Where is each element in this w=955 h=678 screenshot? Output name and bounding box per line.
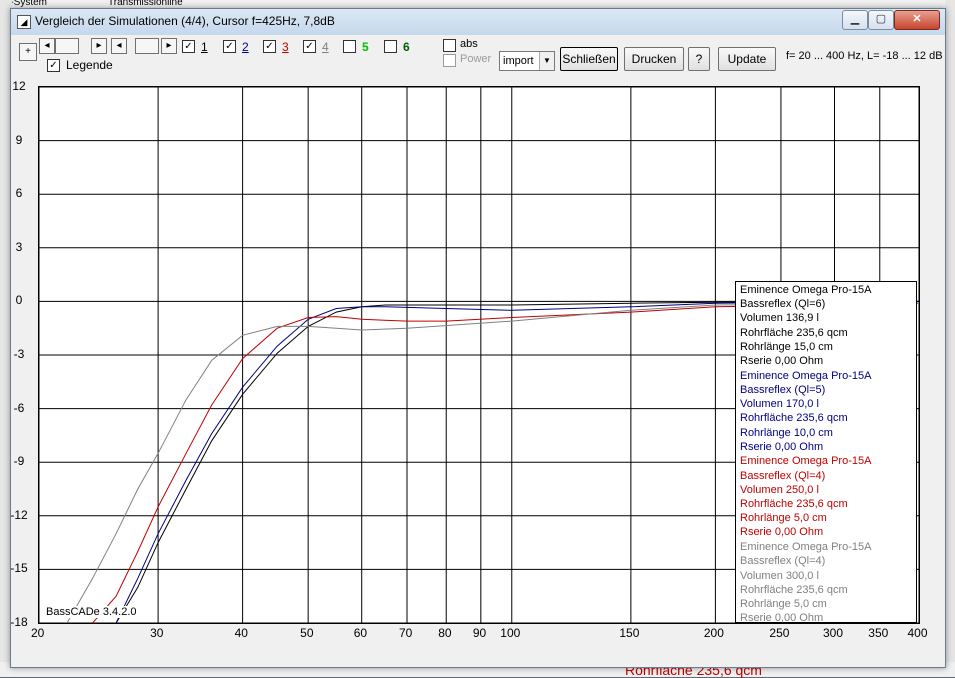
series-2-checkbox[interactable]: ✓ — [223, 40, 236, 53]
comparison-window: ◢ Vergleich der Simulationen (4/4), Curs… — [10, 8, 946, 668]
legend-entry-2-line-1: Eminence Omega Pro-15A — [740, 369, 872, 382]
y-tick-label-6: -6 — [13, 400, 25, 415]
y-tick-label-3: 3 — [15, 239, 23, 254]
legend-entry-4-line-3: Volumen 300,0 l — [740, 569, 819, 582]
legend-entry-4-line-4: Rohrfläche 235,6 qcm — [740, 583, 848, 596]
toolbar: + ◂ ▸ ◂ ▸ ✓ 1 ✓ 2 ✓ 3 ✓ 4 5 6 abs Power … — [11, 35, 945, 75]
legend-entry-1-line-1: Eminence Omega Pro-15A — [740, 284, 872, 296]
y-tick-label-8: -12 — [10, 507, 28, 522]
legend-entry-3-line-6: Rserie 0,00 Ohm — [740, 526, 824, 539]
series-4-label: 4 — [322, 40, 329, 54]
legend-entry-4-line-1: Eminence Omega Pro-15A — [740, 541, 872, 554]
series-2-label: 2 — [242, 40, 249, 54]
legend-entry-4-line-5: Rohrlänge 5,0 cm — [740, 597, 827, 610]
y-tick-label-4: 0 — [15, 293, 23, 308]
y-tick-label-1: 9 — [15, 132, 23, 147]
legend-entry-2-line-3: Volumen 170,0 l — [740, 398, 819, 411]
legend-checkbox-label: Legende — [66, 58, 113, 72]
abs-label: abs — [460, 38, 478, 50]
print-button[interactable]: Drucken — [624, 47, 684, 71]
chart-legend: Eminence Omega Pro-15A Bassreflex (Ql=6) V… — [735, 281, 917, 623]
x-tick-label-12: 300 — [822, 626, 844, 640]
y-tick-label-0: 12 — [12, 79, 26, 93]
nav-left-2-icon[interactable]: ◂ — [111, 38, 127, 54]
window-title: Vergleich der Simulationen (4/4), Cursor… — [35, 14, 335, 28]
legend-entry-3-line-1: Eminence Omega Pro-15A — [740, 455, 872, 468]
x-tick-label-3: 50 — [300, 626, 314, 640]
x-tick-label-11: 250 — [769, 626, 790, 640]
y-tick-label-9: -15 — [10, 561, 28, 576]
legend-checkbox[interactable]: ✓ — [47, 59, 60, 72]
power-checkbox[interactable] — [443, 54, 456, 67]
legend-entry-2-line-6: Rserie 0,00 Ohm — [740, 440, 824, 453]
x-tick-label-5: 70 — [399, 626, 413, 640]
legend-entry-1-line-5: Rohrlänge 15,0 cm — [740, 340, 833, 353]
zoom-plus-button[interactable]: + — [19, 43, 37, 61]
x-tick-label-10: 200 — [703, 626, 724, 640]
series-3-checkbox[interactable]: ✓ — [263, 40, 276, 53]
x-tick-label-6: 80 — [438, 626, 452, 640]
legend-entry-2-line-5: Rohrlänge 10,0 cm — [740, 426, 833, 439]
legend-entry-1-line-3: Volumen 136,9 l — [740, 312, 819, 325]
version-label: BassCADe 3.4.2.0 — [45, 606, 138, 618]
series-1-checkbox[interactable]: ✓ — [182, 40, 195, 53]
frequency-response-plot[interactable]: BassCADe 3.4.2.0 Eminence Omega Pro-15A B… — [38, 86, 920, 624]
nav-blank-1-button[interactable] — [55, 38, 79, 54]
x-tick-label-14: 400 — [907, 626, 928, 640]
y-tick-label-5: -3 — [13, 347, 25, 361]
nav-right-2-icon[interactable]: ▸ — [161, 38, 177, 54]
x-tick-label-9: 150 — [619, 626, 640, 640]
maximize-button[interactable]: ▢ — [868, 10, 894, 30]
x-tick-label-7: 90 — [472, 626, 487, 640]
x-tick-label-0: 20 — [31, 626, 45, 640]
x-tick-label-13: 350 — [868, 626, 889, 640]
nav-blank-2-button[interactable] — [135, 38, 159, 54]
close-button[interactable]: Schließen — [560, 47, 618, 71]
legend-entry-1-line-2: Bassreflex (Ql=6) — [740, 298, 826, 311]
help-button[interactable]: ? — [688, 47, 710, 71]
background-app-right — [945, 0, 955, 677]
legend-entry-1-line-6: Rserie 0,00 Ohm — [740, 355, 824, 367]
close-window-button[interactable]: ✕ — [894, 10, 940, 30]
import-select-value: import — [503, 55, 534, 67]
y-tick-label-10: -18 — [10, 615, 28, 629]
legend-entry-3-line-4: Rohrfläche 235,6 qcm — [740, 498, 848, 510]
range-readout: f= 20 ... 400 Hz, L= -18 ... 12 dB — [786, 50, 943, 62]
x-tick-label-1: 30 — [150, 626, 164, 640]
x-tick-label-8: 100 — [500, 626, 521, 640]
series-3-label: 3 — [282, 40, 289, 54]
background-text-mid: Transmissionline — [108, 0, 183, 8]
series-4-checkbox[interactable]: ✓ — [303, 40, 316, 53]
legend-entry-4-line-6: Rserie 0,00 Ohm — [740, 612, 824, 624]
legend-entry-2-line-2: Bassreflex (Ql=5) — [740, 383, 826, 396]
legend-entry-4-line-2: Bassreflex (Ql=4) — [740, 555, 826, 568]
nav-left-1-icon[interactable]: ◂ — [39, 38, 55, 54]
series-5-checkbox[interactable] — [343, 40, 356, 53]
series-5-label: 5 — [362, 40, 369, 54]
app-icon: ◢ — [17, 15, 31, 29]
import-select[interactable]: import ▼ — [499, 51, 555, 71]
chevron-down-icon[interactable]: ▼ — [539, 52, 554, 70]
minimize-button[interactable]: ▁ — [842, 10, 868, 30]
legend-entry-3-line-2: Bassreflex (Ql=4) — [740, 469, 826, 482]
series-6-checkbox[interactable] — [384, 40, 397, 53]
legend-entry-1-line-4: Rohrfläche 235,6 qcm — [740, 326, 848, 339]
update-button[interactable]: Update — [718, 47, 776, 71]
x-tick-label-4: 60 — [353, 626, 368, 640]
legend-entry-3-line-5: Rohrlänge 5,0 cm — [740, 512, 827, 525]
background-app-strip: m-System Transmissionline — [0, 0, 955, 8]
legend-entry-2-line-4: Rohrfläche 235,6 qcm — [740, 412, 848, 425]
legend-entry-3-line-3: Volumen 250,0 l — [740, 483, 819, 496]
title-bar[interactable]: ◢ Vergleich der Simulationen (4/4), Curs… — [11, 9, 945, 35]
abs-checkbox[interactable] — [443, 39, 456, 52]
series-1-label: 1 — [201, 40, 208, 54]
series-6-label: 6 — [403, 40, 410, 54]
y-tick-label-2: 6 — [15, 186, 23, 201]
power-label: Power — [460, 53, 492, 65]
x-tick-label-2: 40 — [234, 626, 248, 640]
y-tick-label-7: -9 — [13, 454, 25, 469]
nav-right-1-icon[interactable]: ▸ — [91, 38, 107, 54]
